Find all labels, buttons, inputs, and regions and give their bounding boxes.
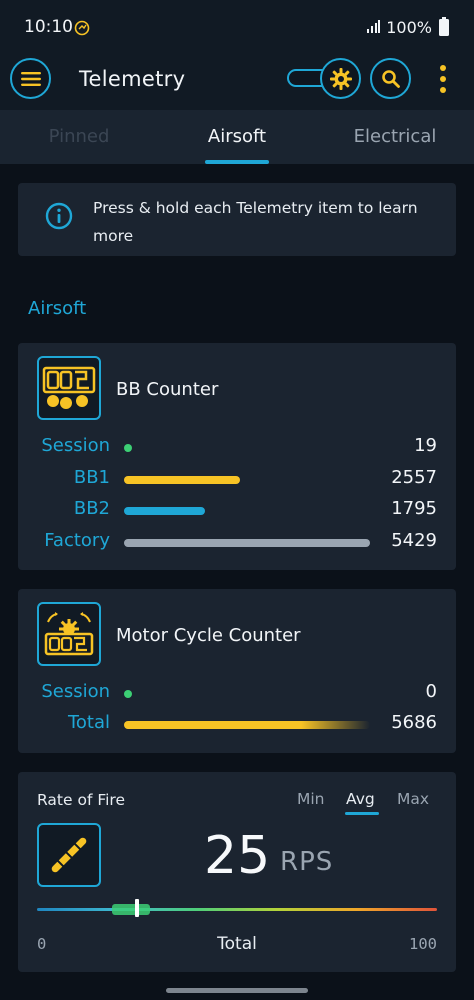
bb2-row: BB2 1795 <box>18 498 456 524</box>
status-time: 10:10 <box>24 17 73 37</box>
row-value: 2557 <box>391 467 437 488</box>
row-value: 5686 <box>391 712 437 733</box>
info-icon <box>45 202 73 230</box>
status-right: 100% <box>366 17 450 37</box>
selected-option-underline <box>345 812 379 815</box>
row-value: 0 <box>425 681 437 702</box>
motor-total-row: Total 5686 <box>18 712 456 738</box>
bb-counter-card[interactable]: BB Counter Session 19 BB1 2557 BB2 1795 … <box>18 343 456 570</box>
info-card: Press & hold each Telemetry item to lear… <box>18 183 456 256</box>
bb-session-row: Session 19 <box>18 435 456 461</box>
bb1-row: BB1 2557 <box>18 467 456 493</box>
row-label: Factory <box>44 530 110 551</box>
gesture-nav-handle[interactable] <box>166 988 308 993</box>
row-label: BB2 <box>73 498 110 519</box>
motor-cycle-card[interactable]: Motor Cycle Counter Session 0 Total 5686 <box>18 589 456 753</box>
factory-row: Factory 5429 <box>18 530 456 556</box>
row-label: Total <box>67 712 110 733</box>
search-icon <box>381 69 400 88</box>
card-title: Rate of Fire <box>37 791 125 809</box>
more-dot-icon <box>440 65 446 71</box>
settings-button[interactable] <box>320 58 361 99</box>
battery-percent: 100% <box>386 17 432 37</box>
motor-cycle-icon <box>37 602 101 666</box>
active-tab-indicator <box>205 160 269 164</box>
page-title: Telemetry <box>79 67 186 91</box>
row-label: BB1 <box>73 467 110 488</box>
row-label: Session <box>41 435 110 456</box>
total-bar <box>124 721 370 729</box>
app-bar: Telemetry <box>0 56 474 110</box>
menu-button[interactable] <box>10 58 51 99</box>
more-dot-icon <box>440 76 446 82</box>
row-value: 1795 <box>391 498 437 519</box>
factory-bar <box>124 539 370 547</box>
scale-max: 100 <box>409 935 437 953</box>
info-text: Press & hold each Telemetry item to lear… <box>93 199 418 245</box>
rate-value: 25 <box>204 826 271 886</box>
option-max[interactable]: Max <box>397 790 429 808</box>
tab-pinned[interactable]: Pinned <box>9 126 149 147</box>
status-bar: 10:10 100% <box>0 0 474 56</box>
rate-of-fire-icon <box>37 823 101 887</box>
bb2-bar <box>124 507 205 515</box>
card-title: Motor Cycle Counter <box>116 625 301 646</box>
row-label: Session <box>41 681 110 702</box>
tab-bar: Pinned Airsoft Electrical <box>0 110 474 164</box>
scale-label: Total <box>217 934 257 954</box>
gear-icon <box>329 67 352 90</box>
battery-icon <box>439 17 449 36</box>
bb1-bar <box>124 476 240 484</box>
signal-icon <box>367 20 381 33</box>
tab-airsoft[interactable]: Airsoft <box>167 126 307 147</box>
option-avg[interactable]: Avg <box>346 790 375 808</box>
row-value: 19 <box>414 435 437 456</box>
bb-counter-icon <box>37 356 101 420</box>
avg-marker <box>135 899 139 917</box>
avg-range-marker <box>112 904 150 915</box>
tab-electrical[interactable]: Electrical <box>325 126 465 147</box>
session-dot <box>124 690 132 698</box>
session-dot <box>124 444 132 452</box>
row-value: 5429 <box>391 530 437 551</box>
rate-of-fire-card[interactable]: Rate of Fire Min Avg Max 25 RPS 0 Total … <box>18 772 456 972</box>
motor-session-row: Session 0 <box>18 681 456 707</box>
more-options-button[interactable] <box>433 64 453 94</box>
rate-unit: RPS <box>280 847 334 877</box>
more-dot-icon <box>440 87 446 93</box>
section-title: Airsoft <box>28 298 87 319</box>
notification-icon <box>74 20 90 36</box>
search-button[interactable] <box>370 58 411 99</box>
rate-scale-bar <box>37 908 437 911</box>
hamburger-icon <box>20 71 41 86</box>
card-title: BB Counter <box>116 379 219 400</box>
option-min[interactable]: Min <box>297 790 325 808</box>
